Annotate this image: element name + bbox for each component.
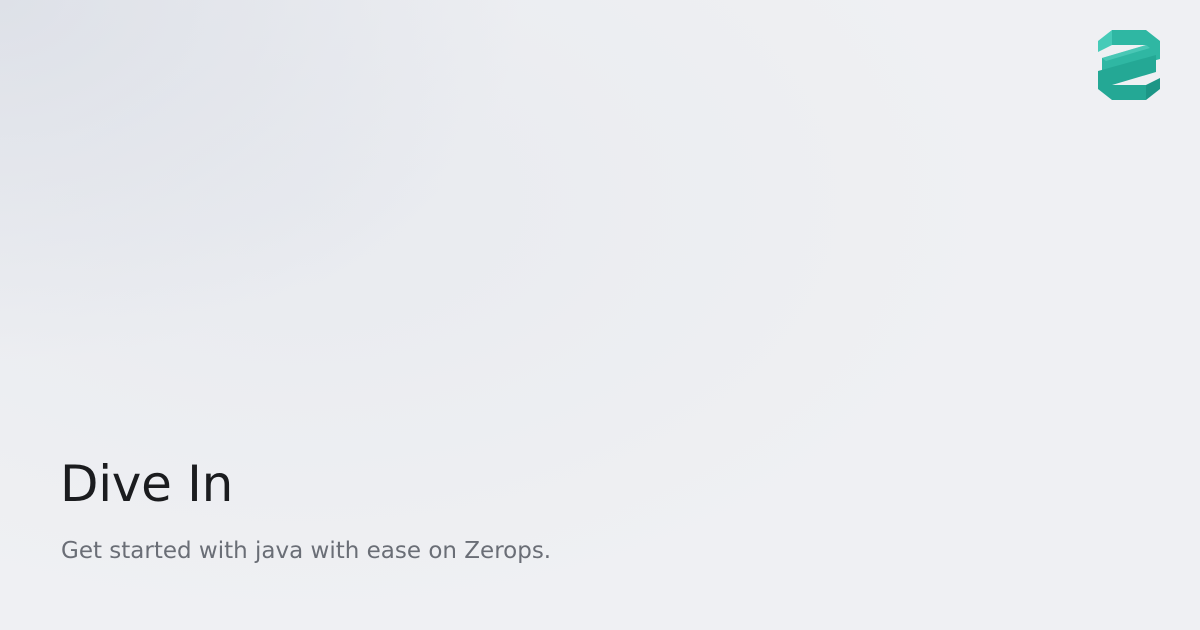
page-title: Dive In	[60, 455, 233, 513]
zerops-logo-icon	[1098, 30, 1160, 100]
page-subtitle: Get started with java with ease on Zerop…	[61, 538, 552, 564]
